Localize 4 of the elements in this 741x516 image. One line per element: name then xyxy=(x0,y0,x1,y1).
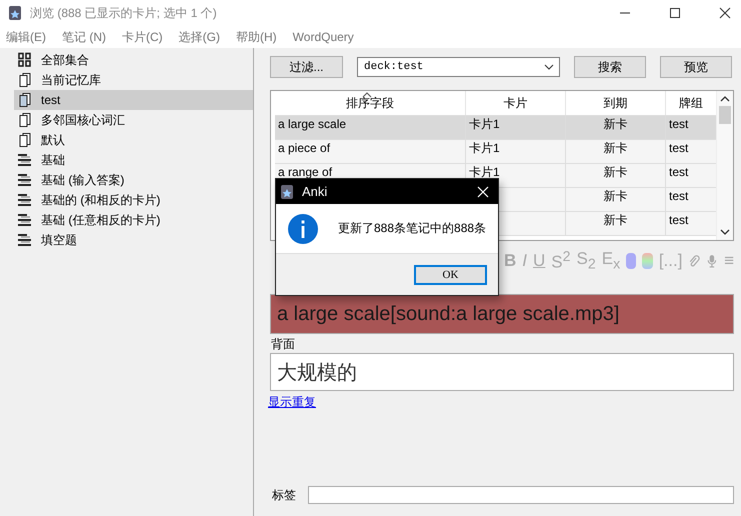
tags-label: 标签 xyxy=(272,486,296,504)
field-label: 背面 xyxy=(271,336,295,353)
window-title: 浏览 (888 已显示的卡片; 选中 1 个) xyxy=(30,4,217,22)
dialog-message: 更新了888条笔记中的888条 xyxy=(338,220,486,237)
